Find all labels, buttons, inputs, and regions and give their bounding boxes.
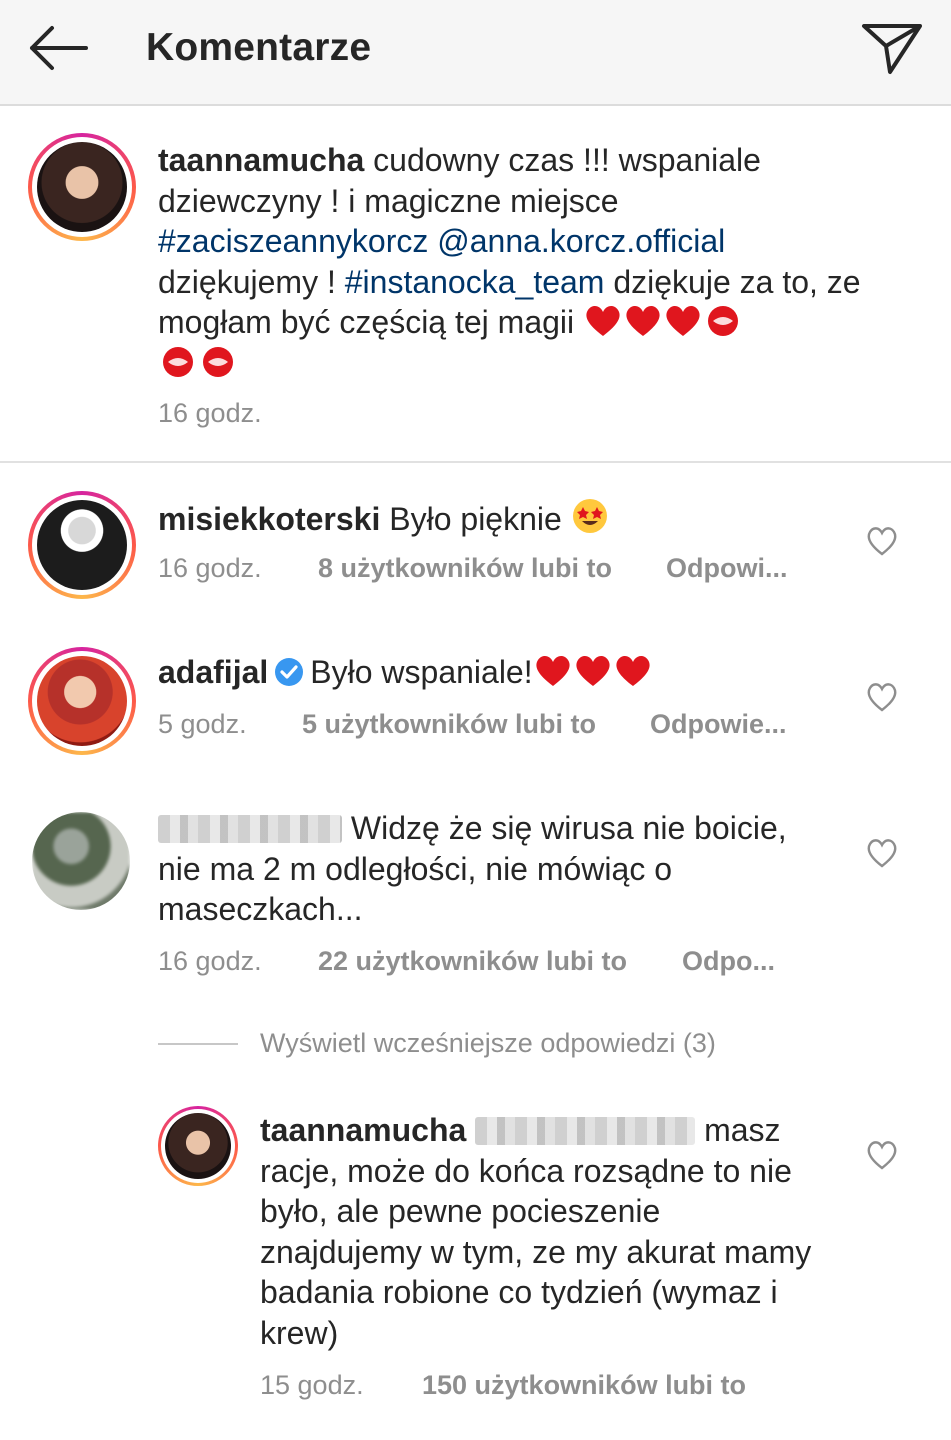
likes-count[interactable]: 22 użytkowników lubi to bbox=[318, 946, 627, 977]
red-heart-icon bbox=[626, 306, 660, 336]
reply-username[interactable]: taannamucha bbox=[260, 1112, 466, 1148]
comment-text: Widzę że się wirusa nie boicie, nie ma 2… bbox=[158, 810, 787, 927]
comment-timestamp: 16 godz. bbox=[158, 946, 262, 976]
red-heart-icon bbox=[536, 656, 570, 686]
kiss-lips-icon bbox=[203, 346, 233, 377]
page-title: Komentarze bbox=[146, 26, 372, 69]
verified-badge-icon bbox=[275, 658, 304, 686]
arrow-left-icon[interactable] bbox=[26, 22, 90, 74]
caption-timestamp: 16 godz. bbox=[158, 398, 262, 428]
comment-username[interactable]: misiekkoterski bbox=[158, 501, 380, 537]
caption-username[interactable]: taannamucha bbox=[158, 142, 364, 178]
reply-timestamp: 15 godz. bbox=[260, 1370, 364, 1400]
red-heart-icon bbox=[576, 656, 610, 686]
likes-count[interactable]: 150 użytkowników lubi to bbox=[422, 1370, 746, 1401]
caption-text: taannamucha cudowny czas !!! wspaniale d… bbox=[158, 140, 878, 383]
likes-count[interactable]: 8 użytkowników lubi to bbox=[318, 553, 612, 584]
reply-button[interactable]: Odpowie... bbox=[650, 709, 787, 740]
comment-text: adafijal Było wspaniale! bbox=[158, 652, 838, 693]
top-app-bar: Komentarze bbox=[0, 0, 951, 106]
heart-outline-icon[interactable] bbox=[865, 1140, 899, 1170]
kiss-lips-icon bbox=[708, 306, 739, 336]
avatar[interactable] bbox=[28, 133, 136, 241]
reply-text: taannamucha masz racje, może do końca ro… bbox=[260, 1112, 812, 1351]
divider bbox=[0, 461, 951, 463]
comment-timestamp: 16 godz. bbox=[158, 553, 262, 583]
replies-divider bbox=[158, 1043, 238, 1045]
star-struck-emoji-icon bbox=[572, 499, 607, 533]
red-heart-icon bbox=[666, 306, 700, 336]
red-heart-icon bbox=[586, 306, 620, 336]
redacted-mention bbox=[475, 1117, 696, 1145]
comment-timestamp: 5 godz. bbox=[158, 709, 247, 739]
heart-outline-icon[interactable] bbox=[865, 838, 899, 868]
avatar[interactable] bbox=[28, 647, 136, 755]
avatar[interactable] bbox=[158, 1106, 238, 1186]
reply-button[interactable]: Odpowi... bbox=[666, 553, 788, 584]
view-previous-replies-button[interactable]: Wyświetl wcześniejsze odpowiedzi (3) bbox=[260, 1028, 716, 1059]
avatar[interactable] bbox=[32, 812, 130, 910]
comment-text: misiekkoterski Było pięknie bbox=[158, 497, 838, 540]
avatar[interactable] bbox=[28, 491, 136, 599]
hashtag-link[interactable]: #instanocka_team bbox=[345, 264, 605, 300]
likes-count[interactable]: 5 użytkowników lubi to bbox=[302, 709, 596, 740]
hashtag-link[interactable]: #zaciszeannykorcz bbox=[158, 223, 428, 259]
heart-outline-icon[interactable] bbox=[865, 682, 899, 712]
comment-username[interactable]: adafijal bbox=[158, 654, 268, 690]
reply-button[interactable]: Odpo... bbox=[682, 946, 775, 977]
paper-plane-icon[interactable] bbox=[860, 20, 924, 76]
redacted-username bbox=[158, 815, 342, 843]
heart-outline-icon[interactable] bbox=[865, 526, 899, 556]
mention-link[interactable]: @anna.korcz.official bbox=[437, 223, 725, 259]
kiss-lips-icon bbox=[163, 346, 193, 377]
red-heart-icon bbox=[616, 656, 650, 686]
